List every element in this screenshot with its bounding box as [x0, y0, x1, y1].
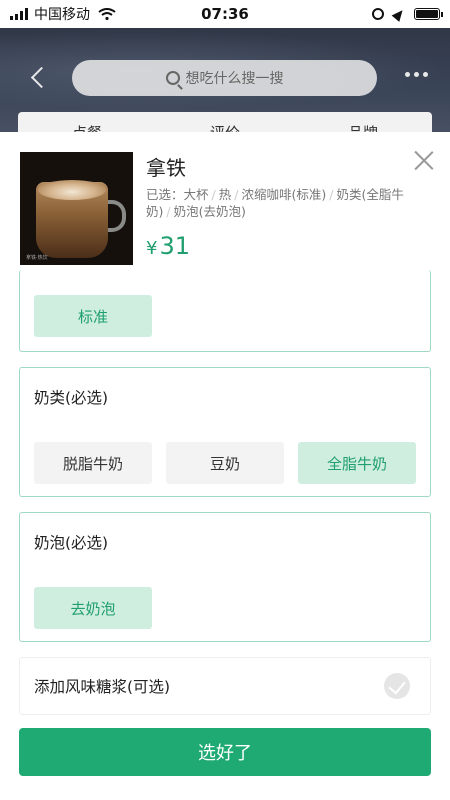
battery-level [416, 10, 438, 18]
status-time: 07:36 [201, 5, 249, 23]
option-standard[interactable]: 标准 [34, 295, 152, 337]
product-price: ¥31 [146, 232, 190, 260]
confirm-button[interactable]: 选好了 [19, 728, 431, 776]
search-input[interactable]: 想吃什么搜一搜 [72, 60, 377, 96]
option-group-foam: 奶泡(必选) 去奶泡 [19, 512, 431, 642]
product-options-sheet: 拿铁·热饮 拿铁 已选：大杯 / 热 / 浓缩咖啡(标准) / 奶类(全脂牛奶) / 奶泡(去奶… [0, 132, 450, 800]
option-soy-milk[interactable]: 豆奶 [166, 442, 284, 484]
option-no-foam[interactable]: 去奶泡 [34, 587, 152, 629]
option-group-milk: 奶类(必选) 脱脂牛奶 豆奶 全脂牛奶 [19, 367, 431, 497]
status-bar: 中国移动 07:36 [0, 0, 450, 28]
close-icon[interactable] [412, 148, 436, 172]
option-group-espresso: 标准 [19, 270, 431, 352]
syrup-option-row[interactable]: 添加风味糖浆(可选) [19, 657, 431, 715]
back-arrow-icon[interactable] [28, 66, 52, 90]
syrup-label: 添加风味糖浆(可选) [34, 678, 171, 696]
selected-item: 奶泡(去奶泡) [173, 204, 246, 219]
carrier-label: 中国移动 [34, 7, 90, 23]
currency-symbol: ¥ [146, 238, 158, 259]
check-icon[interactable] [384, 673, 410, 699]
search-icon [165, 71, 180, 85]
more-icon[interactable] [405, 72, 428, 77]
location-icon [391, 6, 407, 22]
option-whole-milk[interactable]: 全脂牛奶 [298, 442, 416, 484]
image-caption: 拿铁·热饮 [26, 255, 48, 261]
selected-item: 热 [218, 187, 232, 202]
group-title-foam: 奶泡(必选) [34, 534, 109, 552]
product-name: 拿铁 [146, 156, 186, 180]
wifi-icon [98, 8, 116, 20]
group-title-milk: 奶类(必选) [34, 389, 109, 407]
battery-icon [414, 8, 443, 20]
selected-item: 浓缩咖啡(标准) [241, 187, 327, 202]
selected-prefix: 已选： [146, 187, 184, 202]
search-placeholder: 想吃什么搜一搜 [185, 71, 284, 87]
selected-item: 大杯 [183, 187, 209, 202]
option-skim-milk[interactable]: 脱脂牛奶 [34, 442, 152, 484]
latte-foam [38, 180, 106, 200]
product-image: 拿铁·热饮 [20, 152, 133, 265]
signal-icon [10, 8, 28, 20]
price-value: 31 [159, 232, 190, 260]
selected-summary: 已选：大杯 / 热 / 浓缩咖啡(标准) / 奶类(全脂牛奶) / 奶泡(去奶泡) [146, 187, 404, 219]
rotation-lock-icon [372, 8, 384, 20]
